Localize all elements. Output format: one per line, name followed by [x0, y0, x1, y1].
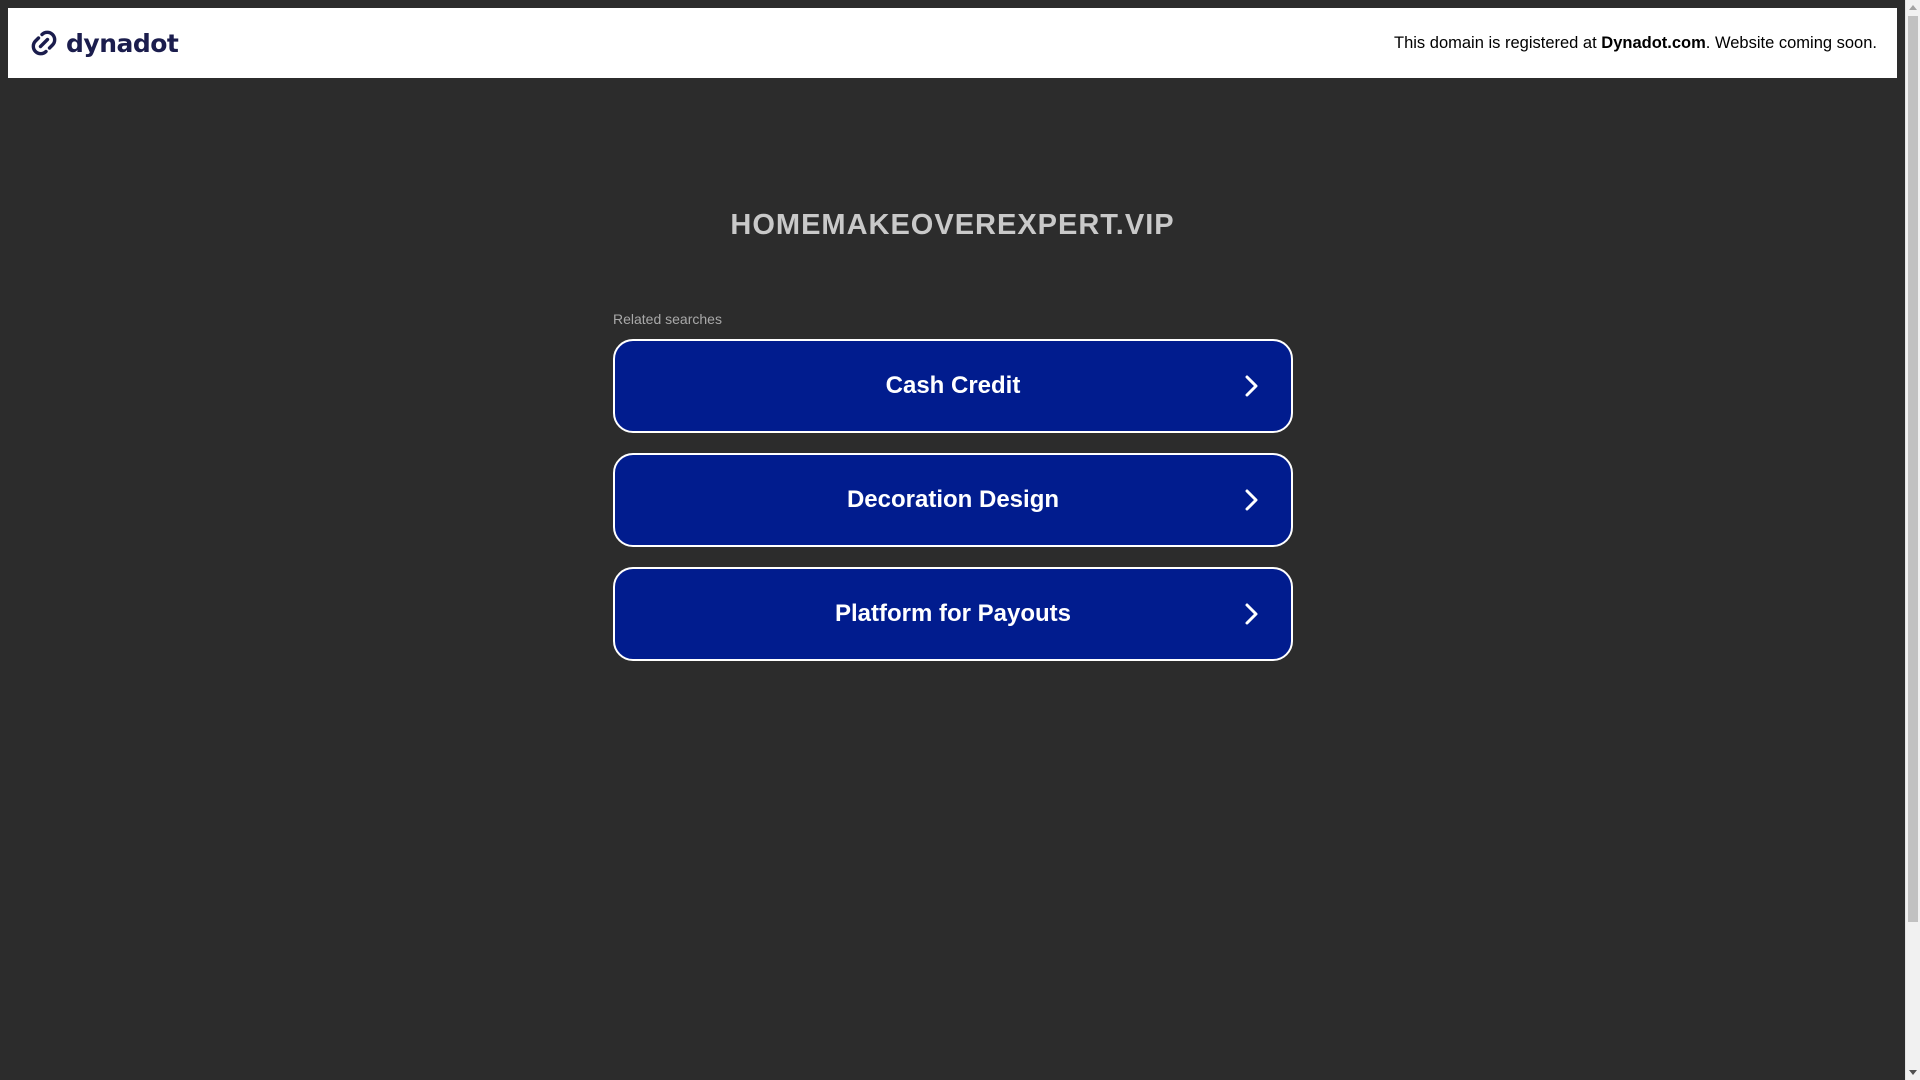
scroll-down-arrow-icon[interactable]	[1909, 1070, 1917, 1075]
search-link-label: Platform for Payouts	[834, 600, 1072, 627]
search-link-decoration-design[interactable]: Decoration Design	[613, 453, 1293, 547]
dynadot-link-icon	[28, 27, 60, 59]
scrollbar-thumb[interactable]	[1908, 16, 1918, 922]
related-searches-label: Related searches	[613, 311, 722, 327]
chevron-right-icon	[1245, 489, 1258, 511]
search-link-cash-credit[interactable]: Cash Credit	[613, 339, 1293, 433]
search-link-label: Cash Credit	[885, 372, 1021, 399]
search-link-platform-for-payouts[interactable]: Platform for Payouts	[613, 567, 1293, 661]
search-link-label: Decoration Design	[846, 486, 1060, 513]
chevron-right-icon	[1245, 603, 1258, 625]
chevron-right-icon	[1245, 375, 1258, 397]
notice-prefix: This domain is registered at	[1394, 33, 1602, 52]
page: dynadot This domain is registered at Dyn…	[0, 0, 1905, 1080]
registration-notice: This domain is registered at Dynadot.com…	[1394, 34, 1877, 53]
related-searches: Related searches Cash Credit Decoration …	[613, 311, 1293, 681]
vertical-scrollbar[interactable]	[1905, 0, 1920, 1080]
dynadot-logo[interactable]: dynadot	[28, 27, 179, 59]
logo-text: dynadot	[66, 28, 179, 58]
scroll-up-arrow-icon[interactable]	[1909, 5, 1917, 10]
top-bar: dynadot This domain is registered at Dyn…	[8, 8, 1897, 78]
domain-name-title: HOMEMAKEOVEREXPERT.VIP	[730, 209, 1175, 241]
notice-brand-link[interactable]: Dynadot.com	[1601, 34, 1706, 52]
notice-suffix: . Website coming soon.	[1705, 33, 1877, 52]
